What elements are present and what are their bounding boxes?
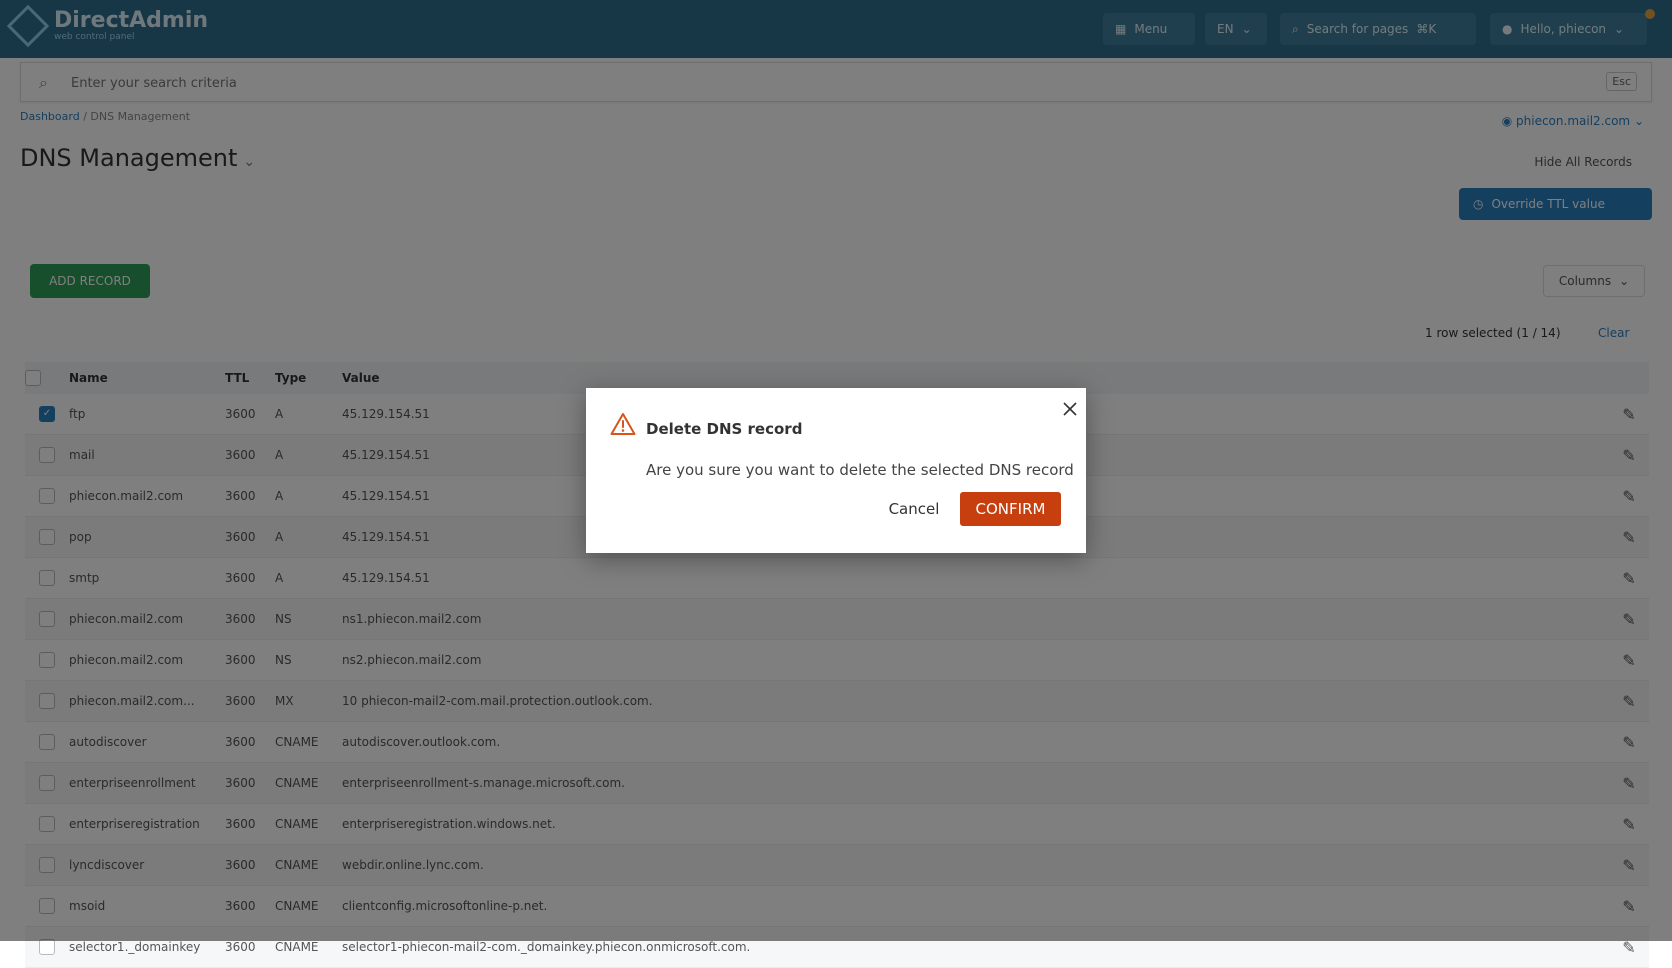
row-checkbox[interactable]	[39, 939, 55, 955]
cancel-button[interactable]: Cancel	[870, 492, 958, 526]
dialog-title: Delete DNS record	[646, 420, 803, 438]
confirm-button[interactable]: CONFIRM	[960, 492, 1061, 526]
warning-icon	[610, 413, 636, 435]
dialog-message: Are you sure you want to delete the sele…	[646, 461, 1074, 479]
delete-dns-record-dialog: Delete DNS record Are you sure you want …	[586, 388, 1086, 553]
close-icon[interactable]	[1060, 399, 1080, 419]
